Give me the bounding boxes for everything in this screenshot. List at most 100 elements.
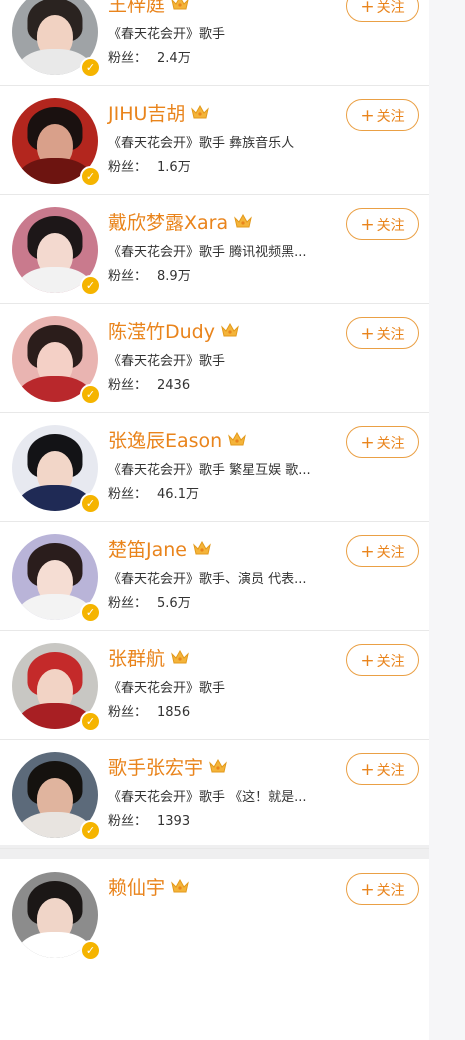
follow-button[interactable]: + 关注 — [346, 0, 419, 22]
verified-badge-icon: ✓ — [80, 57, 101, 78]
crown-icon — [171, 0, 189, 11]
fan-count-label: 粉丝： — [108, 596, 148, 611]
follow-label: 关注 — [376, 545, 405, 561]
user-description: 《春天花会开》歌手 彝族音乐人 — [108, 136, 295, 151]
user-card[interactable]: ✓ 王梓庭 《春天花会开》歌手 粉丝： 2.4万 + 关注 — [0, 0, 429, 86]
user-name[interactable]: JIHU吉胡 — [108, 99, 185, 126]
user-card[interactable]: ✓ JIHU吉胡 《春天花会开》歌手 彝族音乐人 粉丝： 1.6万 + 关注 — [0, 86, 429, 195]
follow-button[interactable]: + 关注 — [346, 317, 419, 349]
crown-icon — [234, 213, 252, 229]
fan-count-label: 粉丝： — [108, 814, 148, 829]
fan-count-value: 1393 — [157, 814, 191, 829]
name-row: 歌手张宏宇 — [108, 752, 227, 780]
name-row: 赖仙宇 — [108, 872, 189, 900]
follow-label: 关注 — [376, 436, 405, 452]
fan-count: 粉丝： 1393 — [108, 810, 190, 829]
user-card[interactable]: ✓ 张逸辰Eason 《春天花会开》歌手 繁星互娱 歌... 粉丝： 46.1万 … — [0, 413, 429, 522]
fan-count-value: 2.4万 — [157, 51, 191, 66]
follow-label: 关注 — [376, 654, 405, 670]
user-card[interactable]: ✓ 楚笛Jane 《春天花会开》歌手、演员 代表... 粉丝： 5.6万 + 关注 — [0, 522, 429, 631]
name-row: 陈滢竹Dudy — [108, 316, 239, 344]
fan-count: 粉丝： 5.6万 — [108, 592, 191, 611]
user-name[interactable]: 张逸辰Eason — [108, 426, 222, 453]
user-name[interactable]: 赖仙宇 — [108, 873, 165, 900]
crown-icon — [191, 104, 210, 120]
fan-count-label: 粉丝： — [108, 487, 148, 502]
fan-count: 粉丝： 2436 — [108, 374, 190, 393]
fan-count-value: 46.1万 — [157, 487, 199, 502]
user-name[interactable]: 戴欣梦露Xara — [108, 208, 228, 235]
user-description: 《春天花会开》歌手 《这！就是... — [108, 790, 307, 805]
user-description: 《春天花会开》歌手、演员 代表... — [108, 572, 307, 587]
name-row: 戴欣梦露Xara — [108, 207, 252, 235]
verified-badge-icon: ✓ — [80, 384, 101, 405]
crown-icon — [171, 649, 189, 665]
follow-label: 关注 — [376, 763, 405, 779]
crown-icon — [193, 540, 211, 556]
plus-icon: + — [360, 215, 375, 235]
plus-icon: + — [360, 433, 375, 453]
fan-count: 粉丝： 8.9万 — [108, 265, 191, 284]
user-name[interactable]: 歌手张宏宇 — [108, 753, 203, 780]
follow-button[interactable]: + 关注 — [346, 99, 419, 131]
fan-count-value: 8.9万 — [157, 269, 191, 284]
fan-count-label: 粉丝： — [108, 160, 148, 175]
user-description: 《春天花会开》歌手 — [108, 354, 226, 369]
name-row: 张群航 — [108, 643, 189, 671]
fan-count: 粉丝： 2.4万 — [108, 47, 191, 66]
verified-badge-icon: ✓ — [80, 602, 101, 623]
fan-count: 粉丝： 46.1万 — [108, 483, 199, 502]
verified-badge-icon: ✓ — [80, 275, 101, 296]
fan-count-value: 5.6万 — [157, 596, 191, 611]
plus-icon: + — [360, 880, 375, 900]
user-name[interactable]: 王梓庭 — [108, 0, 165, 17]
user-card[interactable]: ✓ 赖仙宇 + 关注 — [0, 860, 429, 968]
follow-button[interactable]: + 关注 — [346, 873, 419, 905]
user-name[interactable]: 陈滢竹Dudy — [108, 317, 215, 344]
verified-badge-icon: ✓ — [80, 493, 101, 514]
plus-icon: + — [360, 0, 375, 17]
user-description: 《春天花会开》歌手 腾讯视频黑... — [108, 245, 307, 260]
fan-count: 粉丝： 1856 — [108, 701, 190, 720]
fan-count — [108, 930, 118, 945]
follow-label: 关注 — [376, 0, 405, 16]
crown-icon — [209, 758, 227, 774]
name-row: JIHU吉胡 — [108, 98, 210, 126]
fan-count-value: 1856 — [157, 705, 191, 720]
plus-icon: + — [360, 760, 375, 780]
user-card[interactable]: ✓ 歌手张宏宇 《春天花会开》歌手 《这！就是... 粉丝： 1393 + 关注 — [0, 740, 429, 849]
crown-icon — [171, 878, 189, 894]
verified-badge-icon: ✓ — [80, 820, 101, 841]
follow-label: 关注 — [376, 218, 405, 234]
follow-label: 关注 — [376, 109, 405, 125]
crown-icon — [221, 322, 239, 338]
follow-button[interactable]: + 关注 — [346, 426, 419, 458]
fan-count-label: 粉丝： — [108, 51, 148, 66]
verified-badge-icon: ✓ — [80, 711, 101, 732]
follow-button[interactable]: + 关注 — [346, 535, 419, 567]
user-description: 《春天花会开》歌手 — [108, 27, 226, 42]
fan-count-value: 2436 — [157, 378, 191, 393]
crown-icon — [228, 431, 247, 447]
verified-badge-icon: ✓ — [80, 940, 101, 961]
user-name[interactable]: 楚笛Jane — [108, 535, 187, 562]
user-card[interactable]: ✓ 陈滢竹Dudy 《春天花会开》歌手 粉丝： 2436 + 关注 — [0, 304, 429, 413]
fan-count: 粉丝： 1.6万 — [108, 156, 191, 175]
fan-count-label: 粉丝： — [108, 705, 148, 720]
name-row: 张逸辰Eason — [108, 425, 247, 453]
verified-badge-icon: ✓ — [80, 166, 101, 187]
user-card[interactable]: ✓ 戴欣梦露Xara 《春天花会开》歌手 腾讯视频黑... 粉丝： 8.9万 + 关… — [0, 195, 429, 304]
user-description: 《春天花会开》歌手 繁星互娱 歌... — [108, 463, 311, 478]
fan-count-value: 1.6万 — [157, 160, 191, 175]
fan-count-label: 粉丝： — [108, 378, 148, 393]
follow-button[interactable]: + 关注 — [346, 644, 419, 676]
user-name[interactable]: 张群航 — [108, 644, 165, 671]
follow-button[interactable]: + 关注 — [346, 208, 419, 240]
plus-icon: + — [360, 106, 375, 126]
plus-icon: + — [360, 324, 375, 344]
name-row: 楚笛Jane — [108, 534, 211, 562]
plus-icon: + — [360, 651, 375, 671]
follow-button[interactable]: + 关注 — [346, 753, 419, 785]
user-card[interactable]: ✓ 张群航 《春天花会开》歌手 粉丝： 1856 + 关注 — [0, 631, 429, 740]
plus-icon: + — [360, 542, 375, 562]
